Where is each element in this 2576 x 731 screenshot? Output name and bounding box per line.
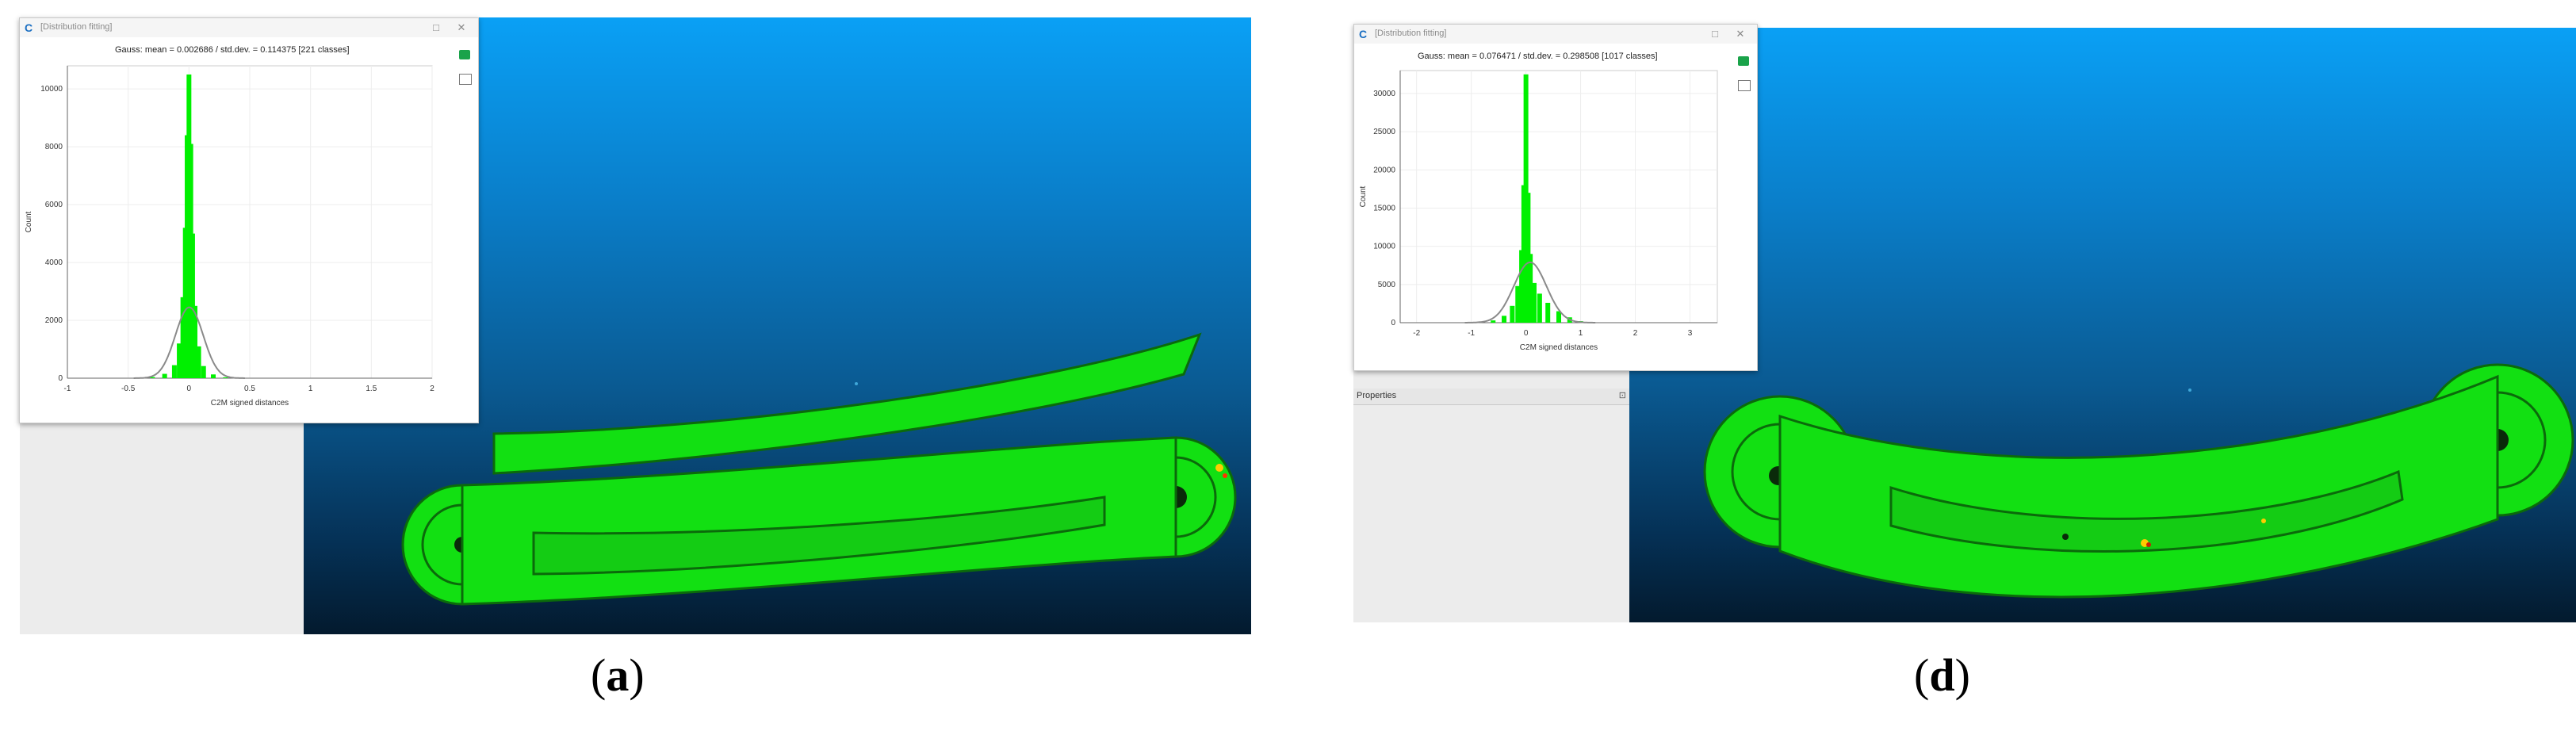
histogram-bar (1491, 320, 1496, 323)
y-tick-label: 20000 (1373, 166, 1395, 174)
y-tick-label: 8000 (45, 143, 63, 151)
close-icon[interactable]: ✕ (451, 20, 472, 36)
x-tick-label: 0.5 (244, 385, 255, 393)
y-tick-label: 2000 (45, 316, 63, 325)
x-axis-label: C2M signed distances (1520, 343, 1598, 352)
x-tick-label: -1 (1468, 329, 1475, 338)
histogram-bar (211, 374, 216, 378)
app-icon: C (25, 21, 33, 34)
histogram-chart-a: -1 -0.5 0 0.5 1 1.5 2 0 2000 4000 6000 8000 10000 C2M… (25, 65, 434, 408)
properties-label: Properties (1357, 391, 1397, 400)
histogram-bar (223, 377, 228, 378)
properties-header: Properties ⊡ (1353, 388, 1629, 405)
x-axis-label: C2M signed distances (211, 399, 289, 408)
x-tick-label: 0 (1524, 329, 1529, 338)
y-tick-label: 5000 (1378, 281, 1396, 289)
x-tick-label: 0 (187, 385, 192, 393)
histogram-bar (162, 373, 167, 378)
3d-viewport[interactable] (1629, 28, 2576, 622)
distribution-fitting-dialog[interactable]: C [Distribution fitting] □ ✕ Gauss: mean… (19, 17, 479, 423)
fit-icon[interactable] (1738, 80, 1751, 91)
export-icon[interactable] (459, 50, 470, 59)
distribution-fitting-dialog[interactable]: C [Distribution fitting] □ ✕ Gauss: mean… (1353, 24, 1758, 371)
dialog-title: [Distribution fitting] (40, 22, 113, 32)
dialog-title: [Distribution fitting] (1375, 29, 1447, 38)
x-tick-label: 1 (308, 385, 313, 393)
histogram-bar (1537, 293, 1542, 323)
y-axis-label: Count (1359, 186, 1368, 207)
y-tick-label: 25000 (1373, 128, 1395, 136)
histogram-chart-d: -2 -1 0 1 2 3 0 5000 10000 15000 20000 25000 30000 C2… (1359, 70, 1718, 352)
export-icon[interactable] (1738, 56, 1749, 66)
y-tick-label: 30000 (1373, 90, 1395, 98)
histogram-bar (201, 366, 206, 378)
panel-d: Properties ⊡ C [Distribution fitting] □ … (1288, 0, 2576, 731)
x-tick-label: 2 (1633, 329, 1638, 338)
db-tree-panel (20, 420, 305, 634)
histogram-bar (1510, 305, 1515, 323)
histogram-bar (1545, 302, 1551, 323)
y-tick-label: 10000 (1373, 243, 1395, 251)
maximize-icon[interactable]: □ (426, 20, 446, 36)
y-tick-label: 0 (58, 374, 63, 383)
dialog-titlebar[interactable]: C [Distribution fitting] □ ✕ (1354, 25, 1757, 44)
x-tick-label: 3 (1688, 329, 1693, 338)
caption-d: (d) (1914, 649, 1970, 701)
x-tick-label: 1.5 (366, 385, 377, 393)
y-tick-label: 4000 (45, 258, 63, 267)
app-icon: C (1359, 28, 1368, 40)
x-tick-label: -0.5 (121, 385, 136, 393)
y-axis-label: Count (25, 211, 33, 232)
db-tree-panel (1353, 369, 1631, 622)
histogram-bar (196, 346, 201, 378)
y-tick-label: 0 (1391, 319, 1395, 327)
dialog-titlebar[interactable]: C [Distribution fitting] □ ✕ (20, 18, 478, 37)
pin-icon[interactable]: ⊡ (1619, 390, 1626, 400)
x-tick-label: 2 (430, 385, 434, 393)
close-icon[interactable]: ✕ (1730, 26, 1751, 42)
x-tick-label: -2 (1413, 329, 1420, 338)
fit-icon[interactable] (459, 74, 472, 85)
maximize-icon[interactable]: □ (1705, 26, 1725, 42)
panel-a: C [Distribution fitting] □ ✕ Gauss: mean… (0, 0, 1288, 731)
histogram-bar (1502, 316, 1507, 323)
y-tick-label: 15000 (1373, 204, 1395, 212)
y-tick-label: 10000 (40, 85, 63, 94)
scanned-part (1703, 363, 2574, 599)
caption-a: (a) (591, 649, 645, 701)
y-tick-label: 6000 (45, 201, 63, 209)
histogram-bar (171, 365, 177, 378)
x-tick-label: 1 (1579, 329, 1583, 338)
x-tick-label: -1 (64, 385, 71, 393)
histogram-bar (1531, 282, 1537, 323)
